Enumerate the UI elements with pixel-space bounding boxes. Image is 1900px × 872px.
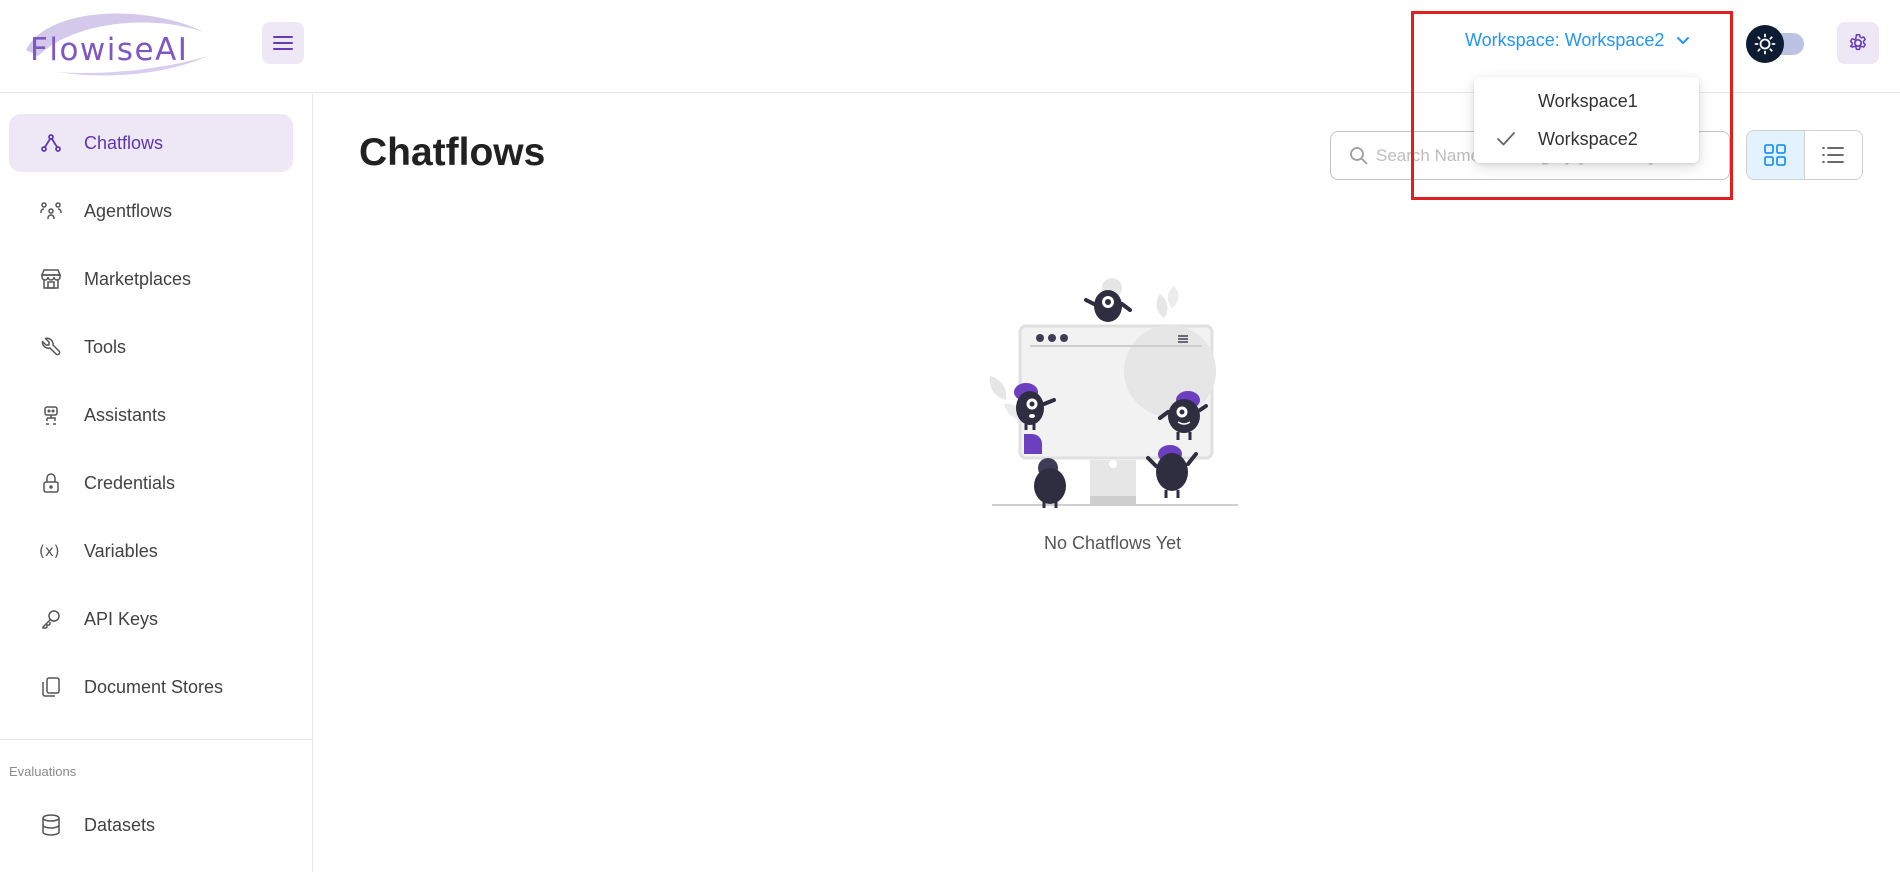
sidebar: Chatflows Agentflows Marketplaces Tools [0, 94, 313, 872]
variables-icon: (x) [39, 542, 60, 560]
sidebar-toggle-button[interactable] [262, 22, 304, 64]
sidebar-item-label: Datasets [84, 814, 156, 835]
svg-text:(x): (x) [39, 542, 60, 560]
empty-state-text: No Chatflows Yet [1044, 533, 1182, 553]
dark-mode-toggle[interactable] [1746, 25, 1808, 63]
sidebar-divider [0, 739, 313, 740]
workspace-option-workspace2[interactable]: Workspace2 [1474, 120, 1699, 158]
flowise-logo[interactable]: FlowiseAI [18, 10, 210, 76]
chevron-down-icon [1677, 36, 1690, 44]
sidebar-item-api-keys[interactable]: API Keys [9, 590, 293, 648]
key-icon [42, 610, 60, 629]
sidebar-item-chatflows[interactable]: Chatflows [9, 114, 293, 172]
list-view-button[interactable] [1805, 131, 1863, 179]
search-icon [1350, 147, 1368, 165]
datasets-icon [42, 814, 60, 836]
empty-state-illustration [989, 278, 1238, 508]
assistants-icon [44, 406, 58, 425]
list-view-icon [1822, 147, 1845, 163]
sidebar-item-label: Tools [84, 336, 127, 357]
tools-icon [41, 337, 61, 356]
lock-icon [43, 473, 59, 493]
sidebar-item-label: Credentials [84, 472, 176, 493]
sidebar-item-label: Assistants [84, 404, 167, 425]
sidebar-item-agentflows[interactable]: Agentflows [9, 182, 293, 240]
page-title: Chatflows [359, 131, 546, 174]
sidebar-item-credentials[interactable]: Credentials [9, 454, 293, 512]
sidebar-item-label: Chatflows [84, 132, 164, 153]
document-stores-icon [42, 677, 60, 697]
sidebar-item-label: Document Stores [84, 676, 224, 697]
workspace-option-label: Workspace2 [1538, 129, 1638, 149]
agentflows-icon [40, 202, 62, 219]
sidebar-item-label: Variables [84, 540, 158, 561]
workspace-selector[interactable]: Workspace: Workspace2 [1465, 30, 1690, 51]
marketplaces-icon [40, 269, 62, 289]
gear-icon [1849, 34, 1866, 51]
hamburger-menu-icon [273, 36, 293, 50]
workspace-selector-label: Workspace: Workspace2 [1465, 30, 1665, 50]
sidebar-item-variables[interactable]: (x) Variables [9, 522, 293, 580]
section-label-evaluations: Evaluations [9, 764, 77, 779]
sidebar-item-document-stores[interactable]: Document Stores [9, 658, 293, 716]
workspace-dropdown-menu: Workspace1 Workspace2 [1474, 77, 1699, 163]
sidebar-item-marketplaces[interactable]: Marketplaces [9, 250, 293, 308]
logo-text: FlowiseAI [30, 32, 189, 68]
view-toggle-group [1746, 130, 1863, 180]
sun-icon [1754, 33, 1776, 55]
grid-view-icon [1764, 144, 1787, 166]
sidebar-item-label: API Keys [84, 608, 159, 629]
workspace-option-label: Workspace1 [1538, 91, 1638, 111]
sidebar-item-datasets[interactable]: Datasets [9, 796, 293, 854]
sidebar-item-tools[interactable]: Tools [9, 318, 293, 376]
sidebar-item-label: Agentflows [84, 200, 173, 221]
toggle-knob [1746, 25, 1784, 63]
sidebar-item-assistants[interactable]: Assistants [9, 386, 293, 444]
checkmark-icon [1497, 132, 1515, 146]
chatflows-icon [41, 134, 61, 152]
card-view-button[interactable] [1747, 131, 1805, 179]
sidebar-item-label: Marketplaces [84, 268, 192, 289]
settings-button[interactable] [1837, 22, 1879, 64]
workspace-option-workspace1[interactable]: Workspace1 [1474, 82, 1699, 120]
